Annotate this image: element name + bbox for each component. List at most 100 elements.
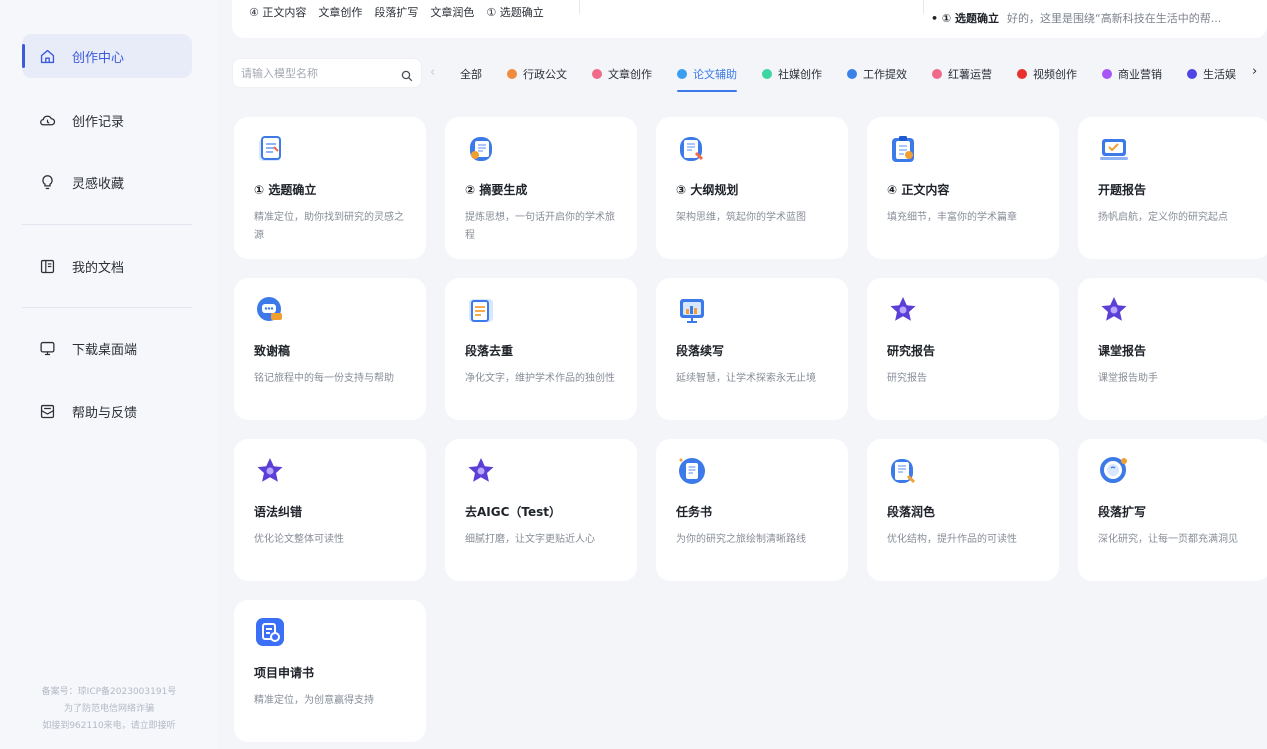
category-dot (762, 69, 772, 79)
category-dot (847, 69, 857, 79)
tab-administrative[interactable]: 行政公文 (507, 58, 567, 90)
card-title: 语法纠错 (254, 505, 303, 519)
sidebar-item-help-feedback[interactable]: 帮助与反馈 (22, 389, 192, 433)
divider (22, 307, 192, 308)
magnifier-icon (1098, 455, 1130, 487)
category-dot (1102, 69, 1112, 79)
document-arrows-icon (465, 294, 497, 326)
category-prev-arrow[interactable]: ‹ (430, 65, 435, 80)
tool-card[interactable]: ③ 大纲规划 架构思维，筑起你的学术蓝图 (656, 117, 848, 259)
tab-social-media[interactable]: 社媒创作 (762, 58, 822, 90)
category-next-arrow[interactable]: › (1252, 64, 1257, 79)
tab-work-efficiency[interactable]: 工作提效 (847, 58, 907, 90)
search-input[interactable] (241, 66, 401, 80)
tool-card[interactable]: 段落润色 优化结构，提升作品的可读性 (867, 439, 1059, 581)
tool-card[interactable]: 项目申请书 精准定位，为创意赢得支持 (234, 600, 426, 742)
card-title: 致谢稿 (254, 344, 291, 358)
star-icon (465, 455, 497, 487)
tool-card[interactable]: 致谢稿 铭记旅程中的每一份支持与帮助 (234, 278, 426, 420)
notebook-list-icon (254, 133, 286, 165)
star-icon (887, 294, 919, 326)
tool-card[interactable]: 段落去重 净化文字，维护学术作品的独创性 (445, 278, 637, 420)
category-dot (507, 69, 517, 79)
lightbulb-icon (38, 173, 56, 191)
card-description: 深化研究，让每一页都充满洞见 (1098, 534, 1238, 545)
recent-tool[interactable]: ④ 正文内容 (249, 4, 306, 20)
card-description: 优化论文整体可读性 (254, 534, 344, 545)
tab-video-creation[interactable]: 视频创作 (1017, 58, 1077, 90)
star-icon (1098, 294, 1130, 326)
sidebar-item-creation-center[interactable]: 创作中心 (22, 34, 192, 78)
recent-tool[interactable]: 段落扩写 (374, 4, 418, 20)
recent-tool[interactable]: 文章润色 (430, 4, 474, 20)
tool-card[interactable]: 语法纠错 优化论文整体可读性 (234, 439, 426, 581)
footer-line: 为了防范电信网络诈骗 (63, 704, 154, 714)
category-dot (592, 69, 602, 79)
tab-label: 全部 (460, 68, 482, 81)
tab-label: 工作提效 (863, 68, 907, 81)
tool-card[interactable]: 段落扩写 深化研究，让每一页都充满洞见 (1078, 439, 1267, 581)
recent-notice[interactable]: • ① 选题确立 好的，这里是围绕“高新科技在生活中的帮... (931, 10, 1221, 26)
tab-article-writing[interactable]: 文章创作 (592, 58, 652, 90)
document-brush-icon (887, 455, 919, 487)
home-icon (38, 47, 56, 65)
tab-label: 生活娱 (1203, 68, 1236, 81)
tab-xiaohongshu-ops[interactable]: 红薯运营 (932, 58, 992, 90)
category-dot (1017, 69, 1027, 79)
footer-line[interactable]: 备案号：琼ICP备2023003191号 (0, 684, 218, 701)
tool-card[interactable]: ④ 正文内容 填充细节，丰富你的学术篇章 (867, 117, 1059, 259)
tab-thesis-assist[interactable]: 论文辅助 (677, 58, 737, 92)
tool-card[interactable]: ① 选题确立 精准定位，助你找到研究的灵感之源 (234, 117, 426, 259)
tab-all[interactable]: 全部 (460, 58, 482, 90)
card-description: 为你的研究之旅绘制清晰路线 (676, 534, 806, 545)
category-dot (1187, 69, 1197, 79)
presentation-board-icon (676, 294, 708, 326)
search-icon[interactable] (401, 67, 413, 82)
card-description: 细腻打磨，让文字更贴近人心 (465, 534, 595, 545)
sidebar-item-my-docs[interactable]: 我的文档 (22, 244, 192, 288)
model-search (232, 58, 422, 88)
tool-card[interactable]: 去AIGC（Test） 细腻打磨，让文字更贴近人心 (445, 439, 637, 581)
card-description: 铭记旅程中的每一份支持与帮助 (254, 373, 394, 384)
recent-tools: ④ 正文内容 文章创作 段落扩写 文章润色 ① 选题确立 (249, 4, 556, 20)
recent-tool[interactable]: ① 选题确立 (486, 4, 543, 20)
application-form-icon (254, 616, 286, 648)
tab-label: 论文辅助 (693, 68, 737, 81)
tool-card[interactable]: 任务书 为你的研究之旅绘制清晰路线 (656, 439, 848, 581)
document-shield-icon (465, 133, 497, 165)
recent-tool[interactable]: 文章创作 (318, 4, 362, 20)
tool-card[interactable]: ② 摘要生成 提炼思想，一句话开启你的学术旅程 (445, 117, 637, 259)
star-icon (254, 455, 286, 487)
tool-card[interactable]: 段落续写 延续智慧，让学术探索永无止境 (656, 278, 848, 420)
document-book-icon (38, 257, 56, 275)
sidebar-item-label: 创作中心 (72, 50, 125, 66)
clipboard-list-icon (887, 133, 919, 165)
card-description: 研究报告 (887, 373, 927, 384)
tool-card[interactable]: 课堂报告 课堂报告助手 (1078, 278, 1267, 420)
sidebar-item-label: 灵感收藏 (72, 176, 125, 192)
tab-marketing[interactable]: 商业营销 (1102, 58, 1162, 90)
chat-bubble-icon (254, 294, 286, 326)
tab-label: 商业营销 (1118, 68, 1162, 81)
card-description: 填充细节，丰富你的学术篇章 (887, 212, 1017, 223)
card-description: 扬帆启航，定义你的研究起点 (1098, 212, 1228, 223)
card-title: ① 选题确立 (254, 183, 317, 197)
document-circle-icon (676, 455, 708, 487)
tab-lifestyle[interactable]: 生活娱 (1187, 58, 1236, 90)
tool-card[interactable]: 研究报告 研究报告 (867, 278, 1059, 420)
card-title: ② 摘要生成 (465, 183, 528, 197)
card-description: 提炼思想，一句话开启你的学术旅程 (465, 212, 615, 241)
tool-card[interactable]: 开题报告 扬帆启航，定义你的研究起点 (1078, 117, 1267, 259)
sidebar-item-label: 创作记录 (72, 114, 125, 130)
card-title: 项目申请书 (254, 666, 315, 680)
tab-label: 文章创作 (608, 68, 652, 81)
document-pen-icon (676, 133, 708, 165)
feedback-mail-icon (38, 402, 56, 420)
footer-line: 如接到962110来电，请立即接听 (42, 721, 176, 731)
sidebar-item-download-desktop[interactable]: 下载桌面端 (22, 326, 192, 370)
notice-text: 好的，这里是围绕“高新科技在生活中的帮... (1007, 12, 1222, 25)
card-title: ③ 大纲规划 (676, 183, 739, 197)
sidebar-item-creation-history[interactable]: 创作记录 (22, 98, 192, 142)
tab-label: 视频创作 (1033, 68, 1077, 81)
sidebar-item-inspiration[interactable]: 灵感收藏 (22, 160, 192, 204)
